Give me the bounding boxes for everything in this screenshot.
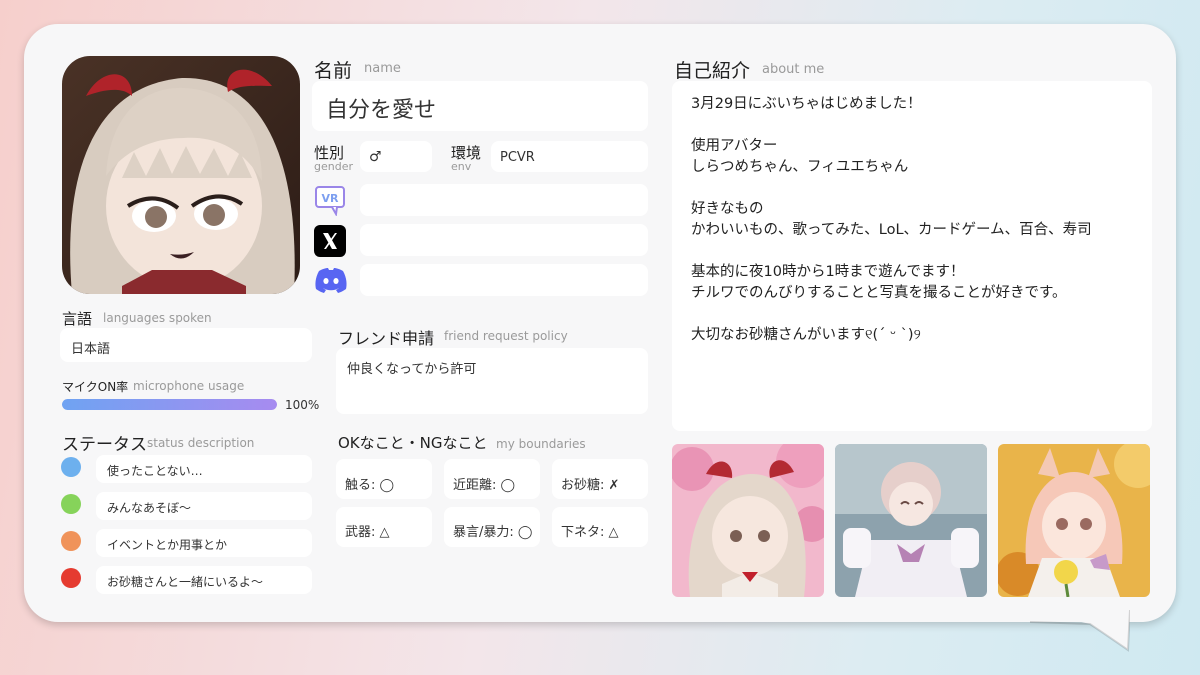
discord-field[interactable] xyxy=(360,264,648,296)
x-field[interactable] xyxy=(360,224,648,256)
boundary-text: 武器: △ xyxy=(345,525,390,540)
boundary-text: 触る: ◯ xyxy=(345,478,395,493)
status-text: イベントとか用事とか xyxy=(107,538,228,552)
status-dot-red xyxy=(61,568,81,588)
photo-thumbnail-2[interactable] xyxy=(835,444,987,597)
boundaries-sub: my boundaries xyxy=(496,437,586,451)
photo-thumbnail-1[interactable] xyxy=(672,444,824,597)
boundary-text: 近距離: ◯ xyxy=(453,478,516,493)
x-icon xyxy=(314,225,346,257)
discord-icon xyxy=(315,268,347,293)
name-label: 名前 xyxy=(314,60,353,82)
speech-bubble-tail xyxy=(1030,610,1130,652)
about-sub: about me xyxy=(762,62,825,77)
status-dot-blue xyxy=(61,457,81,477)
mic-progress-fill xyxy=(62,399,277,410)
gender-sub: gender xyxy=(314,160,353,173)
status-text: お砂糖さんと一緒にいるよ〜 xyxy=(107,575,264,589)
status-label: ステータス xyxy=(62,435,147,455)
boundaries-label: OKなこと・NGなこと xyxy=(338,434,488,452)
status-dot-orange xyxy=(61,531,81,551)
env-value: PCVR xyxy=(500,150,535,165)
mic-sub: microphone usage xyxy=(133,379,245,393)
languages-sub: languages spoken xyxy=(103,311,212,325)
boundary-text: お砂糖: ✗ xyxy=(561,478,620,493)
vrchat-icon: VR xyxy=(315,186,345,216)
env-sub: env xyxy=(451,160,472,173)
name-value: 自分を愛せ xyxy=(326,98,437,123)
status-dot-green xyxy=(61,494,81,514)
mic-label: マイクON率 xyxy=(62,380,129,394)
vrchat-field[interactable] xyxy=(360,184,648,216)
name-sub: name xyxy=(364,61,401,76)
status-text: みんなあそぼ〜 xyxy=(107,501,192,515)
about-label: 自己紹介 xyxy=(674,60,751,82)
mic-percent: 100% xyxy=(285,398,320,412)
status-text: 使ったことない… xyxy=(107,464,203,478)
mic-progress-bar xyxy=(62,399,277,410)
avatar xyxy=(62,56,300,294)
friend-sub: friend request policy xyxy=(444,329,568,343)
languages-value: 日本語 xyxy=(71,342,111,357)
friend-label: フレンド申請 xyxy=(338,329,435,348)
status-sub: status description xyxy=(147,436,255,450)
svg-text:VR: VR xyxy=(322,192,340,205)
boundary-text: 下ネタ: △ xyxy=(561,525,619,540)
boundary-text: 暴言/暴力: ◯ xyxy=(453,525,533,540)
friend-value: 仲良くなってから許可 xyxy=(347,362,477,377)
about-text: 3月29日にぶいちゃはじめました！ 使用アバター しらつめちゃん、フィユエちゃん… xyxy=(691,96,1092,343)
languages-label: 言語 xyxy=(62,310,93,328)
photo-thumbnail-3[interactable] xyxy=(998,444,1150,597)
gender-value: ♂ xyxy=(369,149,382,165)
